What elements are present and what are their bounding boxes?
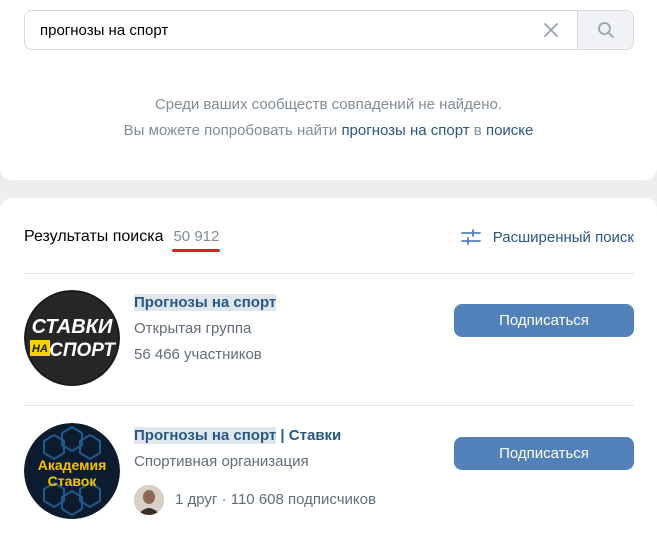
filter-sliders-icon [460,229,481,245]
group-avatar[interactable]: СТАВКИ НА СПОРТ [24,290,120,386]
divider [24,273,634,274]
group-name-highlight: Прогнозы на спорт [134,427,277,444]
group-name-rest: | Ставки [276,427,342,444]
advanced-search-label: Расширенный поиск [492,228,634,246]
search-input[interactable] [25,11,525,49]
divider [24,405,634,406]
search-icon [597,22,614,38]
result-item: СТАВКИ НА СПОРТ Прогнозы на спорт Открыт… [24,290,634,390]
stavki-logo-icon: СТАВКИ НА СПОРТ [24,290,120,386]
avatar-text-1: СТАВКИ [32,316,113,338]
global-search-link[interactable]: поиске [486,122,533,139]
person-photo-icon [134,485,164,515]
avatar-text-2: НА [32,343,48,355]
empty-message-middle: в [469,122,486,139]
search-button[interactable] [577,11,633,49]
empty-message: Среди ваших сообществ совпадений не найд… [0,92,657,144]
advanced-search-button[interactable]: Расширенный поиск [460,228,634,246]
group-name-link[interactable]: Прогнозы на спорт [134,294,277,311]
group-name-link[interactable]: Прогнозы на спорт | Ставки [134,427,341,444]
empty-message-line1: Среди ваших сообществ совпадений не найд… [154,96,503,113]
result-item: Академия Ставок Прогнозы на спорт | Став… [24,423,634,523]
search-card: Среди ваших сообществ совпадений не найд… [0,0,657,180]
group-avatar[interactable]: Академия Ставок [24,423,120,519]
avatar-text-1: Академия [38,457,107,473]
group-type: Открытая группа [134,320,252,337]
group-members: 56 466 участников [134,346,262,363]
friend-avatar[interactable] [134,485,164,515]
empty-message-line2: Вы можете попробовать найти прогнозы на … [0,118,657,144]
empty-message-prefix: Вы можете попробовать найти [123,122,342,139]
results-title: Результаты поиска [24,228,164,245]
subscribe-button[interactable]: Подписаться [454,437,634,470]
results-count: 50 912 [172,227,221,252]
group-members: 1 друг · 110 608 подписчиков [175,491,376,508]
group-name-highlight: Прогнозы на спорт [134,294,277,311]
avatar-text-3: СПОРТ [49,340,116,361]
clear-search-button[interactable] [525,11,577,49]
results-card: Результаты поиска 50 912 Расширенный пои… [0,198,657,538]
akademiya-logo-icon: Академия Ставок [24,423,120,519]
results-header: Результаты поиска 50 912 Расширенный пои… [24,224,634,252]
close-icon [544,23,558,37]
group-type: Спортивная организация [134,453,309,470]
subscribe-button[interactable]: Подписаться [454,304,634,337]
avatar-text-2: Ставок [48,473,98,489]
query-link[interactable]: прогнозы на спорт [341,122,469,139]
search-bar [24,10,634,50]
